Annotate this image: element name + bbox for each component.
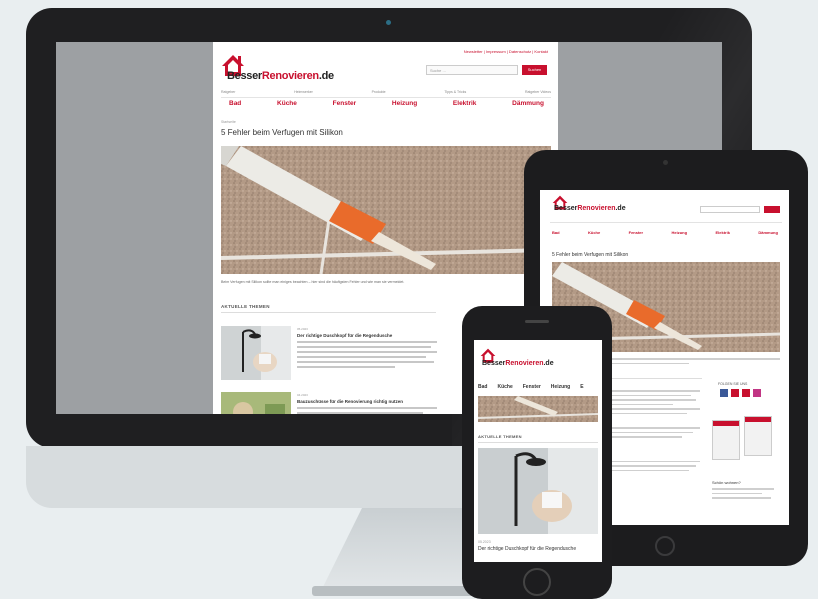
facebook-icon[interactable]: [720, 389, 728, 397]
image-caption: Beim Verfugen mit Silikon sollte man ein…: [221, 280, 405, 284]
nav-item[interactable]: Küche: [497, 384, 512, 390]
box-title: Schön wohnen?: [712, 480, 741, 485]
logo-brand: Renovieren: [577, 205, 616, 212]
nav-item[interactable]: Fenster: [523, 384, 541, 390]
shower-image[interactable]: [478, 448, 598, 534]
nav-item-elektrik[interactable]: Elektrik: [453, 100, 477, 107]
magazine-promo[interactable]: [712, 416, 772, 460]
nav-item[interactable]: Dämmung: [758, 230, 778, 235]
nav-item[interactable]: Heizung: [672, 230, 688, 235]
camera-icon: [663, 160, 668, 165]
logo-text[interactable]: BesserRenovieren.de: [482, 360, 554, 367]
nav-item-heizung[interactable]: Heizung: [392, 100, 417, 107]
article-title[interactable]: Der richtige Duschkopf für die Regendusc…: [478, 546, 600, 552]
breadcrumb[interactable]: Startseite: [221, 120, 236, 124]
logo-text: BesserRenovieren.de: [227, 70, 334, 82]
home-button[interactable]: [655, 536, 675, 556]
logo-text[interactable]: BesserRenovieren.de: [554, 205, 626, 212]
article-excerpt: [297, 341, 437, 371]
sub-navigation: Ratgeber Heimwerker Produkte Tipps & Tri…: [221, 90, 551, 98]
article-list: [610, 390, 700, 474]
social-title: FOLGEN SIE UNS: [718, 382, 748, 386]
main-navigation: Bad Küche Fenster Heizung Elektrik Dämmu…: [552, 230, 778, 235]
logo-prefix: Besser: [227, 70, 262, 82]
article-headline: 5 Fehler beim Verfugen mit Silikon: [221, 128, 343, 137]
nav-item[interactable]: E: [580, 384, 583, 390]
search-input[interactable]: Suche ...: [426, 65, 518, 75]
magazine-cover: [744, 416, 772, 456]
social-icons: [720, 389, 761, 397]
home-button[interactable]: [523, 568, 551, 596]
search-button[interactable]: [764, 206, 780, 213]
instagram-icon[interactable]: [753, 389, 761, 397]
article-date: 04.2023: [297, 393, 308, 397]
logo-brand: Renovieren: [261, 70, 319, 82]
main-navigation: Bad Küche Fenster Heizung E: [478, 384, 602, 390]
article-teaser[interactable]: 04.2023 Bauzuschüsse für die Renovierung…: [221, 392, 441, 414]
article-date: 05.2023: [478, 540, 491, 544]
logo-suffix: .de: [543, 360, 554, 367]
article-headline: 5 Fehler beim Verfugen mit Silikon: [552, 252, 629, 258]
logo-brand: Renovieren: [505, 360, 544, 367]
section-title: AKTUELLE THEMEN: [478, 434, 522, 439]
article-excerpt: [297, 407, 437, 414]
main-navigation: Bad Küche Fenster Heizung Elektrik Dämmu…: [229, 100, 544, 107]
nav-item-fenster[interactable]: Fenster: [333, 100, 356, 107]
garden-thumbnail: [221, 392, 291, 414]
top-links[interactable]: Newsletter | Impressum | Datenschutz | K…: [464, 49, 548, 54]
nav-item[interactable]: Elektrik: [716, 230, 730, 235]
nav-item-kueche[interactable]: Küche: [277, 100, 297, 107]
nav-item[interactable]: Bad: [552, 230, 560, 235]
divider: [478, 442, 598, 443]
nav-item[interactable]: Heizung: [551, 384, 570, 390]
article-title[interactable]: Der richtige Duschkopf für die Regendusc…: [297, 333, 441, 338]
nav-item[interactable]: Fenster: [629, 230, 643, 235]
article-date: 05.2023: [297, 327, 308, 331]
logo-suffix: .de: [615, 205, 626, 212]
nav-item[interactable]: Bad: [478, 384, 487, 390]
nav-item[interactable]: Küche: [588, 230, 600, 235]
phone-screen: BesserRenovieren.de Bad Küche Fenster He…: [474, 340, 602, 562]
magazine-cover: [712, 420, 740, 460]
nav-item-daemmung[interactable]: Dämmung: [512, 100, 544, 107]
site-logo[interactable]: BesserRenovieren.de: [221, 54, 351, 84]
camera-icon: [386, 20, 391, 25]
section-title: AKTUELLE THEMEN: [221, 304, 436, 313]
search-button[interactable]: Suchen: [522, 65, 547, 75]
subnav-item[interactable]: Ratgeber Videos: [525, 90, 551, 94]
subnav-item[interactable]: Ratgeber: [221, 90, 235, 94]
speaker-grille: [525, 320, 549, 323]
article-teaser[interactable]: 05.2023 Der richtige Duschkopf für die R…: [221, 326, 441, 380]
search-input[interactable]: [700, 206, 760, 213]
box-text: [712, 488, 774, 502]
shower-thumbnail: [221, 326, 291, 380]
logo-prefix: Besser: [554, 205, 578, 212]
subnav-item[interactable]: Heimwerker: [294, 90, 313, 94]
hero-image: [478, 396, 598, 422]
pinterest-icon[interactable]: [731, 389, 739, 397]
nav-item-bad[interactable]: Bad: [229, 100, 241, 107]
youtube-icon[interactable]: [742, 389, 750, 397]
article-title[interactable]: Bauzuschüsse für die Renovierung richtig…: [297, 399, 441, 404]
subnav-item[interactable]: Tipps & Tricks: [444, 90, 466, 94]
logo-prefix: Besser: [482, 360, 506, 367]
hero-image: [221, 146, 551, 274]
subnav-item[interactable]: Produkte: [372, 90, 386, 94]
logo-suffix: .de: [318, 70, 334, 82]
divider: [550, 222, 782, 223]
